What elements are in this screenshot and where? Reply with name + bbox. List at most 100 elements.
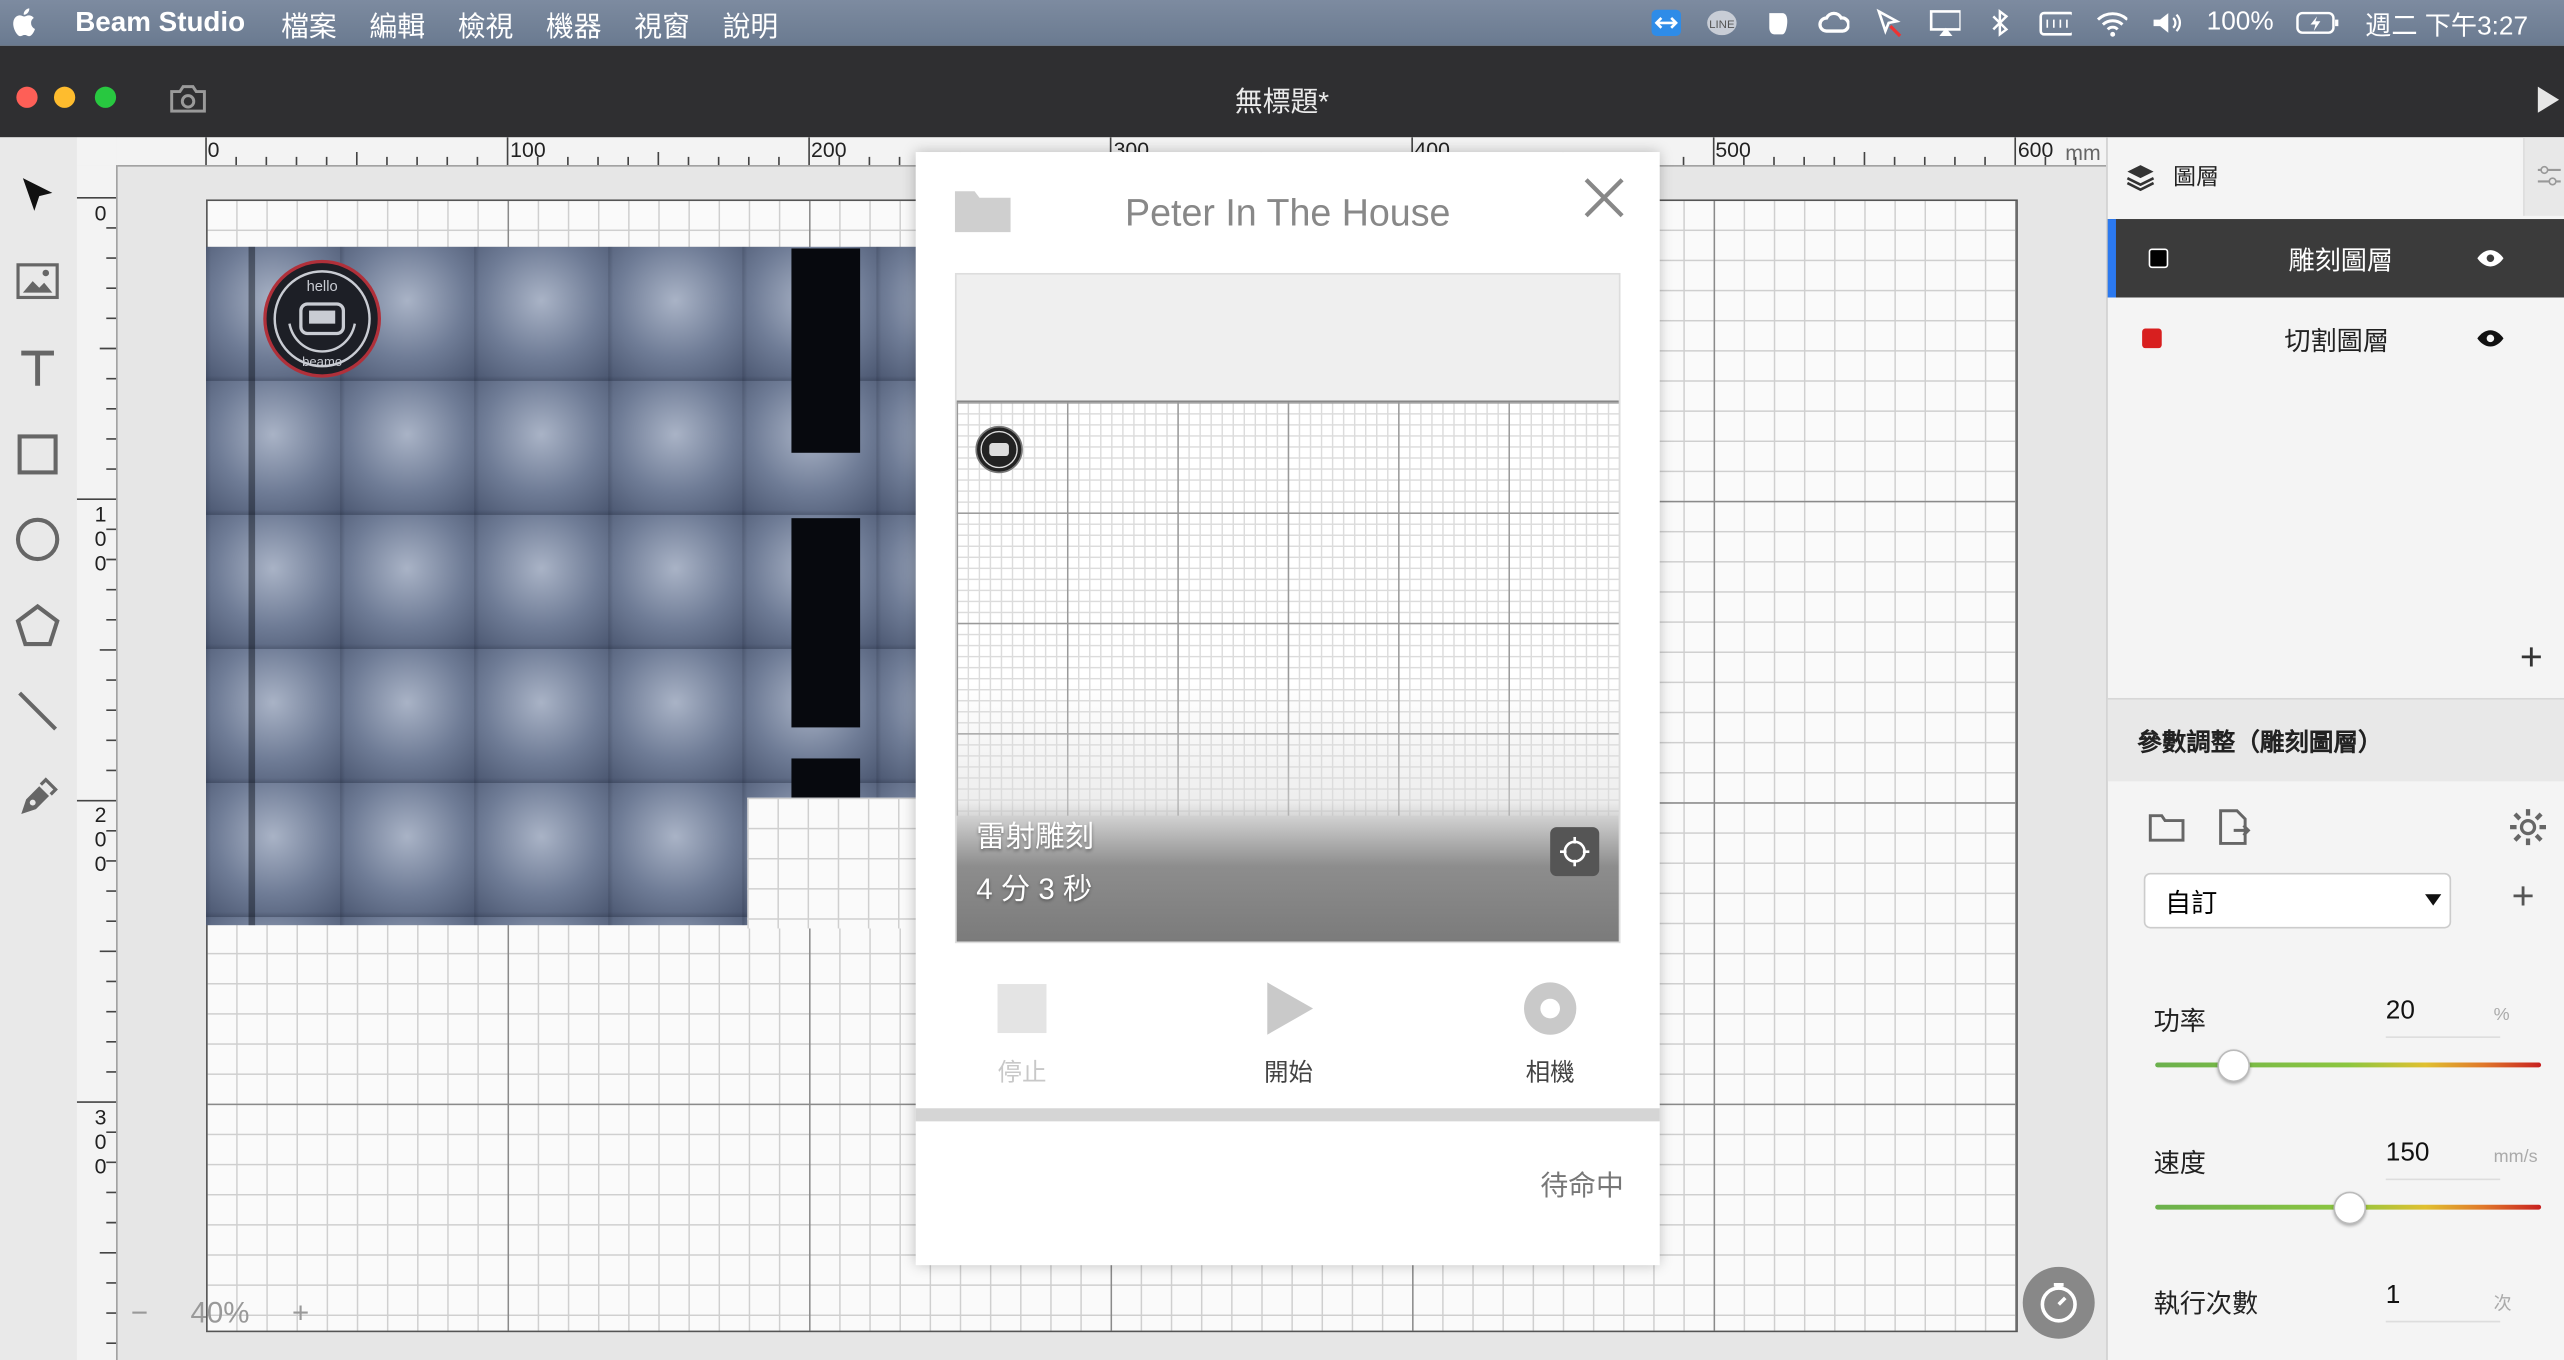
power-slider[interactable] [2155,1049,2542,1083]
cursor-icon[interactable] [1873,8,1906,38]
parameters-title: 參數調整（雕刻圖層） [2137,728,2383,757]
ruler-label: 100 [88,501,113,576]
ruler-label: 200 [811,137,847,162]
menu-edit[interactable]: 編輯 [369,2,425,43]
speed-slider[interactable] [2155,1191,2542,1225]
add-preset-button[interactable]: + [2512,875,2535,921]
power-slider-knob[interactable] [2217,1049,2251,1083]
logo-text-bottom: beamo [302,354,342,369]
folder-icon[interactable] [2147,811,2186,844]
camera-label: 相機 [1525,1059,1575,1088]
apple-icon[interactable] [10,7,36,38]
eye-icon[interactable] [2476,248,2505,268]
teamviewer-icon[interactable] [1651,8,1684,37]
logo-text-top: hello [307,279,338,295]
airplay-icon[interactable] [1929,8,1962,37]
start-label: 開始 [1263,1059,1314,1088]
menu-machine[interactable]: 機器 [546,2,602,43]
menu-view[interactable]: 檢視 [458,2,514,43]
line-icon[interactable]: LINE [1706,8,1739,37]
menu-help[interactable]: 說明 [723,2,779,43]
line-icon [18,691,58,731]
play-icon [1267,982,1314,1035]
stop-icon [997,984,1047,1034]
ruler-label: 100 [510,137,546,162]
device-name: Peter In The House [1124,191,1451,234]
layers-icon [2126,165,2155,192]
task-preview: 雷射雕刻 4 分 3 秒 [954,272,1621,944]
power-input[interactable]: 20 [2385,997,2501,1038]
photo-dark-region [791,758,861,798]
play-icon[interactable] [2535,85,2561,114]
export-file-icon[interactable] [2216,807,2252,846]
speed-unit: mm/s [2493,1147,2538,1168]
camera-button[interactable]: 相機 [1485,969,1616,1087]
sliders-icon [2537,165,2561,186]
power-label: 功率 [2153,1008,2206,1037]
layers-title: 圖層 [2173,163,2219,190]
keyboard-icon[interactable] [2040,8,2073,37]
status-area: LINE 100% 週二 下午3:27 [1651,0,2528,46]
battery-icon[interactable] [2296,8,2342,37]
cursor-arrow-icon [22,178,53,211]
repeat-unit: 次 [2493,1294,2512,1315]
preset-select[interactable]: 自訂 [2143,872,2452,929]
layer-row-cut[interactable]: 切割圖層 [2108,299,2564,377]
object-tab[interactable] [2523,137,2564,216]
zoom-in-button[interactable]: + [292,1296,309,1330]
ellipse-tool[interactable] [13,515,62,564]
menu-clock[interactable]: 週二 下午3:27 [2365,3,2528,42]
crosshair-icon [1559,836,1590,867]
select-tool[interactable] [13,172,62,221]
close-icon[interactable] [1581,175,1627,221]
ruler-label: 200 [88,802,113,877]
pen-icon [21,777,58,815]
speed-input[interactable]: 150 [2385,1139,2501,1181]
rectangle-tool[interactable] [13,430,62,479]
task-name: 雷射雕刻 [976,820,1094,854]
speed-slider-knob[interactable] [2333,1191,2367,1225]
stopwatch-icon [2040,1283,2077,1323]
line-tool[interactable] [13,687,62,736]
app-menu[interactable]: Beam Studio [75,7,245,40]
photo-dark-region [791,248,861,453]
hello-beamo-logo[interactable]: hello beamo [262,258,383,379]
parameters-header: 參數調整（雕刻圖層） [2107,697,2564,782]
menu-window[interactable]: 視窗 [634,2,690,43]
volume-icon[interactable] [2151,8,2184,37]
creative-cloud-icon[interactable] [1818,8,1851,37]
window-title: 無標題* [1234,86,1330,118]
zoom-level[interactable]: 40% [191,1296,250,1330]
right-panel: 圖層 雕刻圖層 切割圖層 + 參數調整（雕刻圖層） 自訂 + 功率 20 % 速… [2106,137,2564,1360]
image-tool[interactable] [13,257,62,306]
image-icon [16,263,59,300]
zoom-controls: − 40% + [131,1296,309,1330]
relocate-button[interactable] [1550,827,1600,877]
evernote-icon[interactable] [1762,8,1795,37]
task-time: 4 分 3 秒 [976,872,1093,906]
camera-background-image: hello beamo [206,246,928,929]
polygon-tool[interactable] [13,602,62,651]
ruler-label: 300 [88,1104,113,1179]
stop-button[interactable]: 停止 [957,969,1088,1087]
eye-icon[interactable] [2476,329,2505,349]
layers-header[interactable]: 圖層 [2108,137,2523,215]
wifi-icon[interactable] [2095,8,2129,37]
pentagon-icon [15,603,60,647]
rectangle-icon [17,434,58,475]
time-estimate-button[interactable] [2022,1266,2095,1339]
repeat-input[interactable]: 1 [2385,1282,2501,1323]
start-button[interactable]: 開始 [1223,969,1354,1087]
bluetooth-icon[interactable] [1984,8,2017,37]
text-tool[interactable] [13,343,62,392]
svg-text:LINE: LINE [1710,19,1736,31]
left-toolbar [0,137,77,1360]
gear-icon[interactable] [2508,807,2547,846]
menu-file[interactable]: 檔案 [281,2,337,43]
layer-row-engrave[interactable]: 雕刻圖層 [2107,219,2564,298]
ruler-label: 0 [207,137,220,162]
pen-tool[interactable] [13,773,62,822]
ruler-unit: mm [2065,140,2101,166]
zoom-out-button[interactable]: − [131,1296,148,1330]
add-layer-button[interactable]: + [2520,636,2543,682]
